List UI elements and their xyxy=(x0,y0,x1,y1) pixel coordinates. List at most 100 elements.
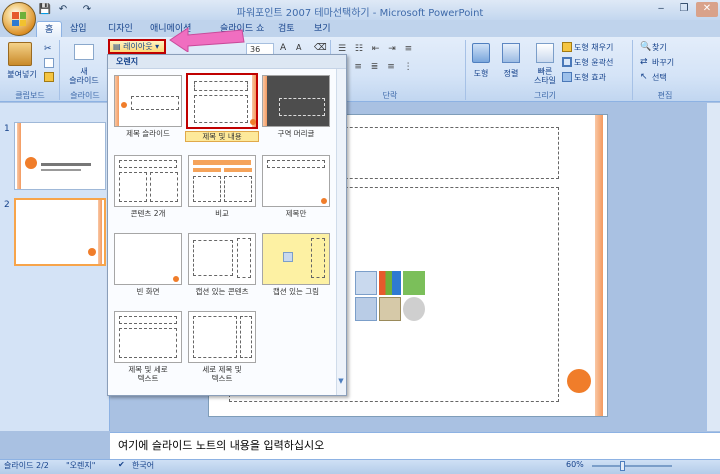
layout-stripe xyxy=(263,76,267,126)
layout-title-and-content-label[interactable]: 제목 및 내용 xyxy=(185,131,259,142)
close-button[interactable]: ✕ xyxy=(696,2,718,17)
layout-vertical-title-text[interactable] xyxy=(188,311,256,363)
layout-placeholder xyxy=(119,328,177,358)
clipboard-group-label: 클립보드 xyxy=(15,91,45,100)
copy-icon[interactable] xyxy=(44,58,54,68)
layout-picture-with-caption[interactable] xyxy=(262,233,330,285)
layout-button[interactable]: ▤ 레이아웃 ▾ xyxy=(108,39,166,54)
zoom-slider-handle[interactable] xyxy=(620,461,625,471)
layout-section-header-label[interactable]: 구역 머리글 xyxy=(259,129,333,138)
layout-title-slide[interactable] xyxy=(114,75,182,127)
layout-comparison-label[interactable]: 비교 xyxy=(185,209,259,218)
layout-two-content[interactable] xyxy=(114,155,182,207)
office-logo-icon xyxy=(12,12,26,26)
tab-home[interactable]: 홈 xyxy=(36,21,63,38)
slide-scrollbar[interactable] xyxy=(706,103,720,431)
pointer-arrow-icon xyxy=(169,27,245,52)
tab-design[interactable]: 디자인 xyxy=(100,21,141,38)
notes-pane[interactable]: 여기에 슬라이드 노트의 내용을 입력하십시오 xyxy=(110,432,720,459)
paragraph-buttons-row2[interactable]: ≣ ≡ ≣ ≡ ⋮ xyxy=(338,62,458,74)
paste-icon[interactable] xyxy=(8,42,32,66)
layout-title-vertical-text-label[interactable]: 제목 및 세로 텍스트 xyxy=(111,365,185,383)
thumb-number-2: 2 xyxy=(4,200,10,210)
shape-fill-button[interactable]: 도형 채우기 xyxy=(574,42,626,53)
layout-placeholder xyxy=(150,172,178,202)
undo-icon[interactable]: ↶ xyxy=(56,3,70,17)
layout-placeholder xyxy=(240,316,252,358)
layout-dot xyxy=(250,119,256,125)
tab-view[interactable]: 보기 xyxy=(306,21,339,38)
minimize-button[interactable]: ‒ xyxy=(650,2,672,17)
table-icon[interactable] xyxy=(355,271,377,295)
layout-dot xyxy=(321,198,327,204)
layout-placeholder xyxy=(267,160,325,168)
new-slide-icon[interactable] xyxy=(74,44,94,60)
cut-icon[interactable]: ✂ xyxy=(44,44,54,54)
shape-outline-icon xyxy=(562,57,572,67)
layout-blank[interactable] xyxy=(114,233,182,285)
layout-section-header[interactable] xyxy=(262,75,330,127)
gallery-scrollbar[interactable] xyxy=(336,69,346,395)
spellcheck-icon[interactable]: ✔ xyxy=(118,460,125,469)
slide-stripe xyxy=(595,115,603,416)
layout-title-vertical-text[interactable] xyxy=(114,311,182,363)
arrange-icon[interactable] xyxy=(502,43,520,63)
new-slide-label-2[interactable]: 슬라이드 xyxy=(64,75,104,86)
tab-insert[interactable]: 삽입 xyxy=(62,21,95,38)
gallery-scroll-down-icon[interactable]: ▼ xyxy=(336,377,346,387)
paragraph-buttons-row1[interactable]: ☰ ☷ ⇤ ⇥ ≡ xyxy=(338,44,458,56)
shape-outline-button[interactable]: 도형 윤곽선 xyxy=(574,57,626,68)
layout-title-only-label[interactable]: 제목만 xyxy=(259,209,333,218)
layout-content-with-caption[interactable] xyxy=(188,233,256,285)
layout-placeholder xyxy=(119,316,177,324)
select-button[interactable]: 선택 xyxy=(652,72,692,83)
thumb-stripe xyxy=(98,200,102,264)
layout-placeholder xyxy=(224,176,252,202)
save-icon[interactable]: 💾 xyxy=(38,3,52,17)
layout-label: 레이아웃 xyxy=(123,42,153,51)
status-language[interactable]: 한국어 xyxy=(132,460,154,471)
layout-placeholder xyxy=(193,316,237,358)
clipart-icon[interactable] xyxy=(379,297,401,321)
slide-thumbnail-2[interactable] xyxy=(14,198,106,266)
shape-effects-button[interactable]: 도형 효과 xyxy=(574,72,626,83)
layout-title-slide-label[interactable]: 제목 슬라이드 xyxy=(111,129,185,138)
layout-blank-label[interactable]: 빈 화면 xyxy=(111,287,185,296)
find-button[interactable]: 찾기 xyxy=(652,42,692,53)
tab-review[interactable]: 검토 xyxy=(270,21,303,38)
thumb-dot xyxy=(88,248,96,256)
chart-icon[interactable] xyxy=(379,271,401,295)
quick-styles-icon[interactable] xyxy=(536,43,554,63)
zoom-slider[interactable] xyxy=(592,465,672,467)
layout-placeholder xyxy=(279,98,325,116)
format-painter-icon[interactable] xyxy=(44,72,54,82)
slide-thumbnail-1[interactable] xyxy=(14,122,106,190)
arrange-button[interactable]: 정렬 xyxy=(496,68,526,79)
layout-two-content-label[interactable]: 콘텐츠 2개 xyxy=(111,209,185,218)
smartart-icon[interactable] xyxy=(403,271,425,295)
office-button[interactable] xyxy=(2,2,36,36)
insert-content-icons[interactable] xyxy=(355,271,425,321)
media-icon[interactable] xyxy=(403,297,425,321)
layout-title-and-content[interactable] xyxy=(186,73,258,129)
layout-gallery-dropdown: 오렌지 ▼ 제목 슬라이드 제목 및 내용 구역 머리글 콘텐츠 2개 비교 제 xyxy=(107,54,347,396)
replace-button[interactable]: 바꾸기 xyxy=(652,57,692,68)
thumb-dot xyxy=(25,157,37,169)
layout-content-with-caption-label[interactable]: 캡션 있는 콘텐츠 xyxy=(185,287,259,296)
picture-icon[interactable] xyxy=(355,297,377,321)
layout-picture-with-caption-label[interactable]: 캡션 있는 그림 xyxy=(259,287,333,296)
layout-picture-icon xyxy=(283,252,293,262)
gallery-section-header: 오렌지 xyxy=(108,55,346,69)
redo-icon[interactable]: ↷ xyxy=(80,3,94,17)
layout-title-only[interactable] xyxy=(262,155,330,207)
layout-comparison[interactable] xyxy=(188,155,256,207)
paste-button[interactable]: 붙여넣기 xyxy=(2,69,42,80)
zoom-level[interactable]: 60% xyxy=(566,460,584,469)
drawing-group-label: 그리기 xyxy=(533,91,557,100)
shapes-icon[interactable] xyxy=(472,43,490,63)
shapes-button[interactable]: 도형 xyxy=(466,68,496,79)
quick-styles-button-2[interactable]: 스타일 xyxy=(528,75,562,86)
layout-vertical-title-text-label[interactable]: 세로 제목 및 텍스트 xyxy=(185,365,259,383)
maximize-button[interactable]: ❐ xyxy=(673,2,695,17)
layout-placeholder xyxy=(194,95,248,123)
